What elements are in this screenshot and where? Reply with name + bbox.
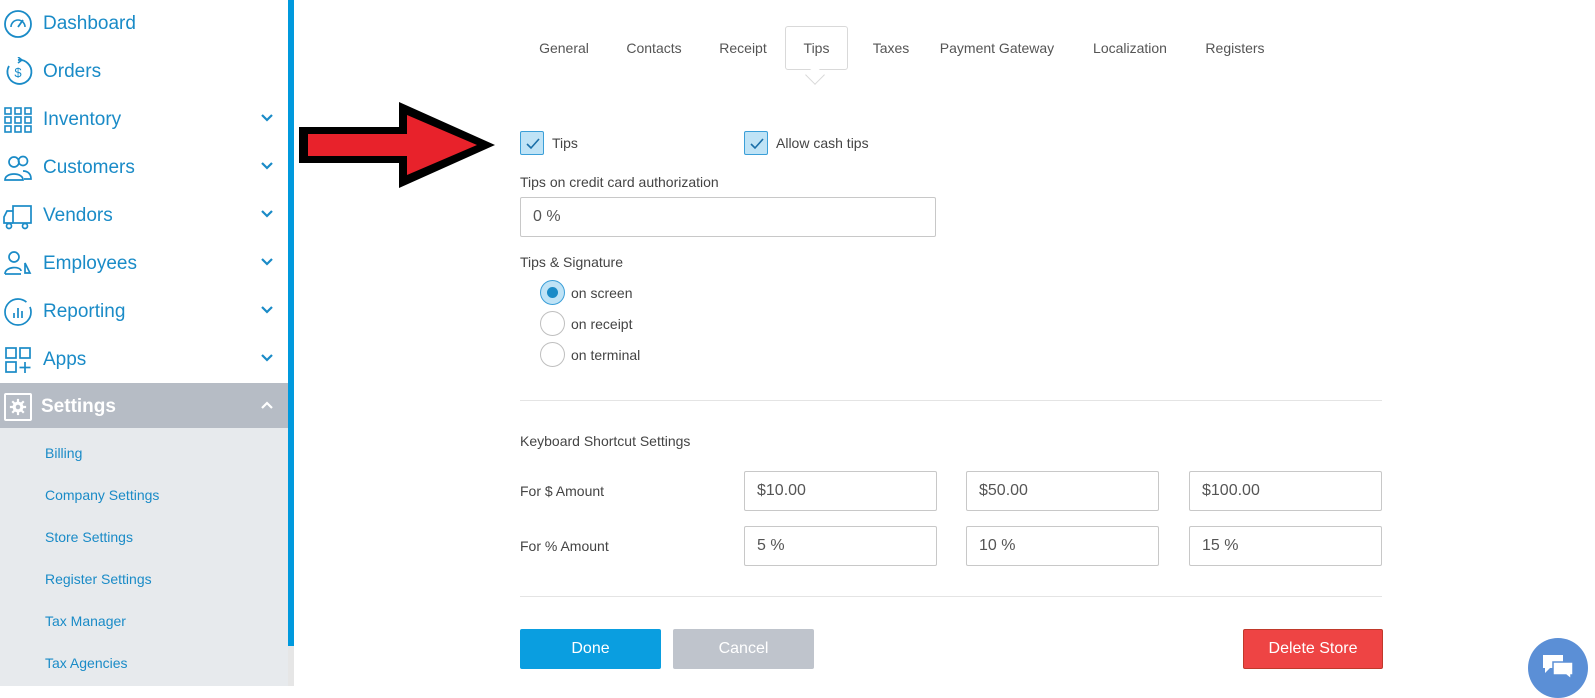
chevron-up-icon [261,401,273,409]
radio-on-receipt-label: on receipt [571,316,633,332]
section-divider [520,596,1382,597]
dollar-amount-input-2[interactable]: $50.00 [966,471,1159,511]
gear-icon [4,392,32,421]
chevron-down-icon [261,114,273,122]
sidebar-item-label: Reporting [43,300,126,322]
dashboard-gauge-icon [2,8,34,40]
percent-amount-input-3[interactable]: 15 % [1189,526,1382,566]
tab-contacts[interactable]: Contacts [614,26,694,70]
tab-general[interactable]: General [526,26,602,70]
sidebar-scrollbar-track [288,646,294,686]
subnav-item-tax-agencies[interactable]: Tax Agencies [45,655,128,671]
sidebar-scrollbar[interactable] [288,0,294,646]
sidebar-item-label: Vendors [43,204,113,226]
cancel-button[interactable]: Cancel [673,629,814,669]
delete-store-button[interactable]: Delete Store [1243,629,1383,669]
sidebar-item-orders[interactable]: $ Orders [0,48,288,95]
chevron-down-icon [261,354,273,362]
allow-cash-tips-label: Allow cash tips [776,135,869,151]
cc-auth-input[interactable]: 0 % [520,197,936,237]
sidebar: Dashboard $ Orders Inventory Customers V… [0,0,288,686]
dollar-amount-input-3[interactable]: $100.00 [1189,471,1382,511]
grid-icon [2,104,34,136]
percent-amount-label: For % Amount [520,538,609,554]
chevron-down-icon [261,210,273,218]
percent-amount-input-2[interactable]: 10 % [966,526,1159,566]
sidebar-item-label: Employees [43,252,137,274]
checkmark-icon [526,138,540,150]
sidebar-item-inventory[interactable]: Inventory [0,96,288,143]
radio-on-receipt[interactable] [540,311,565,336]
dollar-amount-input-1[interactable]: $10.00 [744,471,937,511]
truck-icon [2,200,34,232]
dollar-refresh-icon: $ [2,56,34,88]
sidebar-item-label: Inventory [43,108,122,130]
subnav-item-tax-manager[interactable]: Tax Manager [45,613,126,629]
subnav-item-store-settings[interactable]: Store Settings [45,529,133,545]
radio-on-terminal-label: on terminal [571,347,641,363]
sidebar-item-vendors[interactable]: Vendors [0,192,288,239]
radio-on-screen[interactable] [540,280,565,305]
apps-icon [2,344,34,376]
tab-payment-gateway[interactable]: Payment Gateway [932,26,1062,70]
tips-checkbox-label: Tips [552,135,578,151]
sidebar-item-label: Settings [41,395,116,417]
tab-localization[interactable]: Localization [1080,26,1180,70]
tab-receipt[interactable]: Receipt [706,26,780,70]
sidebar-item-apps[interactable]: Apps [0,336,288,383]
shortcut-title: Keyboard Shortcut Settings [520,433,691,449]
percent-amount-input-1[interactable]: 5 % [744,526,937,566]
tab-registers[interactable]: Registers [1196,26,1274,70]
annotation-arrow-icon [299,102,495,188]
allow-cash-tips-checkbox[interactable] [744,131,768,155]
chevron-down-icon [261,306,273,314]
subnav-item-company-settings[interactable]: Company Settings [45,487,159,503]
chart-circle-icon [2,296,34,328]
chat-widget-button[interactable] [1528,638,1588,698]
chat-icon [1543,655,1574,680]
tab-taxes[interactable]: Taxes [856,26,926,70]
sidebar-item-label: Apps [43,348,87,370]
sidebar-item-dashboard[interactable]: Dashboard [0,0,288,47]
radio-on-terminal[interactable] [540,342,565,367]
radio-on-screen-label: on screen [571,285,633,301]
sidebar-item-settings[interactable]: Settings [0,383,288,430]
users-icon [2,152,34,184]
done-button[interactable]: Done [520,629,661,669]
sidebar-item-label: Customers [43,156,135,178]
sidebar-item-reporting[interactable]: Reporting [0,288,288,335]
dollar-amount-label: For $ Amount [520,483,605,499]
subnav-item-billing[interactable]: Billing [45,445,82,461]
svg-text:$: $ [14,65,22,80]
sidebar-item-label: Dashboard [43,12,136,34]
sidebar-item-label: Orders [43,60,102,82]
sidebar-item-employees[interactable]: Employees [0,240,288,287]
tips-checkbox[interactable] [520,131,544,155]
subnav-item-register-settings[interactable]: Register Settings [45,571,152,587]
chevron-down-icon [261,162,273,170]
checkmark-icon [750,138,764,150]
settings-submenu: Billing Company Settings Store Settings … [0,428,288,686]
employee-icon [2,248,34,280]
sidebar-item-customers[interactable]: Customers [0,144,288,191]
cc-auth-label: Tips on credit card authorization [520,174,719,190]
signature-label: Tips & Signature [520,254,623,270]
tab-tips[interactable]: Tips [785,26,848,70]
section-divider [520,400,1382,401]
chevron-down-icon [261,258,273,266]
